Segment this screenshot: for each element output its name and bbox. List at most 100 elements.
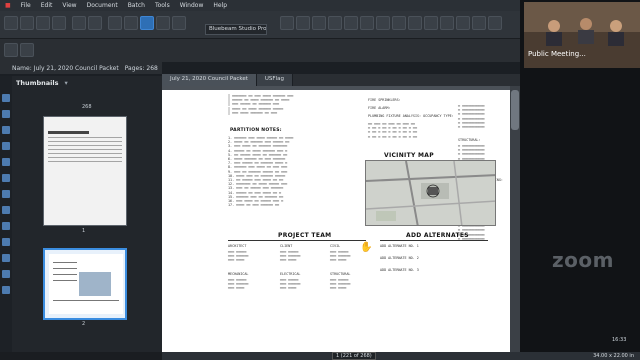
pan-icon[interactable] bbox=[124, 16, 138, 30]
highlight-tool-icon[interactable] bbox=[312, 16, 326, 30]
search-tab-icon[interactable] bbox=[2, 158, 10, 166]
line-tool-icon[interactable] bbox=[328, 16, 342, 30]
team-details-1: ═══ ═════ ═══ ══════ ═══ ════ bbox=[228, 250, 249, 263]
plumbing-table: ══ ═══ ══ ═══ ══ ═══ ══ ═ ══ ═ ══ ═ ══ ═ … bbox=[368, 122, 417, 139]
thumb-options-icon[interactable]: ▾ bbox=[64, 79, 67, 87]
more-tools-icon[interactable] bbox=[488, 16, 502, 30]
menu-file[interactable]: File bbox=[16, 2, 36, 9]
vertical-scrollbar[interactable] bbox=[510, 86, 520, 352]
side-panel-tabs bbox=[0, 76, 12, 360]
zoom-icon[interactable] bbox=[156, 16, 170, 30]
callout-tool-icon[interactable] bbox=[376, 16, 390, 30]
pages-value: 268 bbox=[146, 64, 158, 72]
cloud-tool-icon[interactable] bbox=[360, 16, 374, 30]
properties-tab-icon[interactable] bbox=[2, 206, 10, 214]
page-indicator[interactable]: 1 (221 of 268) bbox=[332, 352, 376, 360]
markups-tab-icon[interactable] bbox=[2, 126, 10, 134]
open-folder-icon[interactable] bbox=[20, 16, 34, 30]
clock-time: 16:33 bbox=[612, 337, 627, 343]
paper-size: 34.00 x 22.00 in bbox=[593, 353, 634, 359]
main-toolbar: Bluebeam Studio Prom bbox=[0, 11, 520, 39]
team-client: CLIENT bbox=[280, 244, 293, 248]
count-tool-icon[interactable] bbox=[440, 16, 454, 30]
menu-batch[interactable]: Batch bbox=[123, 2, 150, 9]
thumb-page-count: 268 bbox=[82, 104, 92, 110]
menu-tools[interactable]: Tools bbox=[150, 2, 175, 9]
menu-edit[interactable]: Edit bbox=[36, 2, 58, 9]
notes-block-partition: 1. ══════ ═══ ════ ═════ ══ ════ 2. ════ … bbox=[228, 136, 294, 208]
structural-section: STRUCTURAL: bbox=[458, 138, 481, 142]
shape-tool-icon[interactable] bbox=[344, 16, 358, 30]
pen-tool-icon[interactable] bbox=[296, 16, 310, 30]
signatures-tab-icon[interactable] bbox=[2, 190, 10, 198]
partition-notes-title: PARTITION NOTES: bbox=[230, 128, 282, 133]
thumbnails-tab-icon[interactable] bbox=[2, 94, 10, 102]
pages-label: Pages: bbox=[124, 64, 145, 72]
select-icon[interactable] bbox=[108, 16, 122, 30]
hand-cursor-icon: ✋ bbox=[360, 242, 373, 253]
name-label: Name: bbox=[12, 64, 32, 72]
redo-icon[interactable] bbox=[88, 16, 102, 30]
properties-icon[interactable] bbox=[472, 16, 486, 30]
app-logo-icon[interactable]: ■ bbox=[0, 2, 16, 9]
links-tab-icon[interactable] bbox=[2, 174, 10, 182]
thumbnails-header: Thumbnails ▾ bbox=[0, 76, 162, 89]
file-access-tab-icon[interactable] bbox=[2, 270, 10, 278]
document-viewport[interactable]: PARTITION NOTES: ░ ═══════ ══ ═══ ════ ═… bbox=[162, 86, 520, 352]
participant-name: Public Meeting... bbox=[528, 50, 586, 58]
thumbnail-label-1: 1 bbox=[82, 228, 86, 234]
bookmarks-tab-icon[interactable] bbox=[2, 110, 10, 118]
vicinity-map-title: VICINITY MAP bbox=[384, 152, 434, 159]
app-window: ■ File Edit View Document Batch Tools Wi… bbox=[0, 0, 640, 360]
notes-block-top: ░ ═══════ ══ ═══ ════ ══════ ═══ ░ ═════ … bbox=[228, 94, 294, 115]
document-tabs: July 21, 2020 Council Packet USFlag bbox=[162, 74, 520, 86]
measure-tool-icon[interactable] bbox=[408, 16, 422, 30]
name-value: July 21, 2020 Council Packet bbox=[33, 64, 119, 72]
layers-tab-icon[interactable] bbox=[2, 142, 10, 150]
participant-video[interactable] bbox=[524, 2, 640, 68]
text-tool-icon[interactable] bbox=[280, 16, 294, 30]
map-graphic bbox=[366, 161, 495, 225]
scrollbar-thumb[interactable] bbox=[511, 90, 519, 130]
panel-toggle-icon[interactable] bbox=[20, 43, 34, 57]
team-details-6: ═══ ═════ ═══ ══════ ═══ ════ bbox=[330, 278, 351, 291]
menu-window[interactable]: Window bbox=[175, 2, 209, 9]
thumbnails-title: Thumbnails bbox=[16, 78, 59, 87]
menu-document[interactable]: Document bbox=[82, 2, 123, 9]
menu-help[interactable]: Help bbox=[208, 2, 232, 9]
team-civil: CIVIL bbox=[330, 244, 341, 248]
stamp-tool-icon[interactable] bbox=[392, 16, 406, 30]
profile-select[interactable]: Bluebeam Studio Prom bbox=[205, 24, 267, 35]
measurements-tab-icon[interactable] bbox=[2, 222, 10, 230]
plumbing-analysis: PLUMBING FIXTURE ANALYSIS: OCCUPANCY TYP… bbox=[368, 114, 454, 118]
add-alternate-1: ADD ALTERNATE NO. 1 bbox=[380, 244, 419, 248]
snapshot-icon[interactable] bbox=[172, 16, 186, 30]
team-electrical: ELECTRICAL bbox=[280, 272, 301, 276]
sheet-index: ═ ═══════════ ═ ═══════════ ═ ═══════════ ═… bbox=[458, 104, 485, 130]
thumbnail-page-2[interactable] bbox=[43, 248, 127, 320]
color-tool-icon[interactable] bbox=[456, 16, 470, 30]
thumbnail-page-1[interactable] bbox=[43, 116, 127, 226]
vicinity-map-image bbox=[365, 160, 496, 226]
add-alternates-title: ADD ALTERNATES bbox=[406, 232, 469, 239]
menu-view[interactable]: View bbox=[57, 2, 81, 9]
close-panel-icon[interactable] bbox=[4, 43, 18, 57]
tab-council-packet[interactable]: July 21, 2020 Council Packet bbox=[162, 74, 257, 86]
new-file-icon[interactable] bbox=[4, 16, 18, 30]
studio-tab-icon[interactable] bbox=[2, 238, 10, 246]
markup-icon[interactable] bbox=[140, 16, 154, 30]
thumb-line bbox=[53, 262, 77, 263]
area-tool-icon[interactable] bbox=[424, 16, 438, 30]
fire-sprinklers: FIRE SPRINKLERS: bbox=[368, 98, 401, 102]
thumbnail-label-2: 2 bbox=[82, 321, 86, 327]
undo-icon[interactable] bbox=[72, 16, 86, 30]
sets-tab-icon[interactable] bbox=[2, 254, 10, 262]
team-structural: STRUCTURAL bbox=[330, 272, 351, 276]
thumb-line bbox=[53, 274, 77, 275]
print-icon[interactable] bbox=[52, 16, 66, 30]
project-team-title: PROJECT TEAM bbox=[278, 232, 332, 239]
tool-chest-tab-icon[interactable] bbox=[2, 286, 10, 294]
save-icon[interactable] bbox=[36, 16, 50, 30]
tab-usflag[interactable]: USFlag bbox=[256, 74, 293, 86]
taskbar bbox=[0, 352, 162, 360]
